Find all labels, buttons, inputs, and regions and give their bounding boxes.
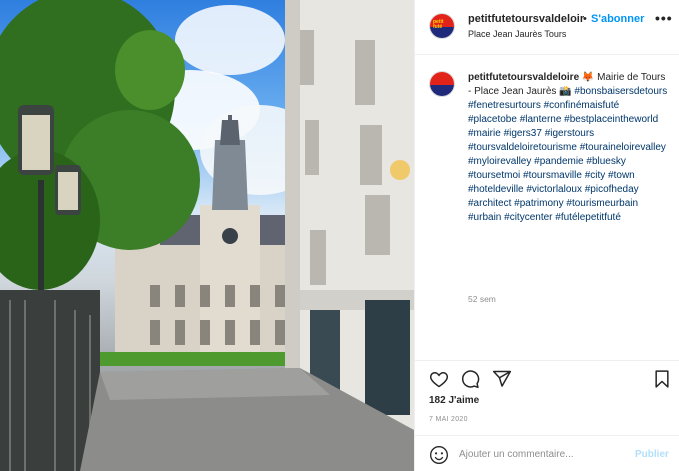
publish-button[interactable]: Publier [635,449,669,460]
caption-body: petitfutetoursvaldeloire 🦊 Mairie de Tou… [468,71,668,225]
comment-icon[interactable] [460,369,480,389]
share-icon[interactable] [492,369,512,389]
like-count[interactable]: 182 J'aime [429,395,479,406]
avatar-logo-text: petit futé [433,19,444,30]
post-side-panel: petit futé petitfutetoursvaldeloir • S'a… [414,0,679,471]
more-options-icon[interactable]: ••• [655,10,673,26]
comment-input[interactable] [459,444,629,464]
caption-hashtags[interactable]: #bonsbaisersdetours #fenetresurtours #co… [468,86,667,223]
account-username[interactable]: petitfutetoursvaldeloir [468,13,584,25]
caption-username[interactable]: petitfutetoursvaldeloire [468,72,579,83]
town-hall-photo [0,0,414,471]
action-bar [415,360,679,395]
bookmark-icon[interactable] [652,369,672,389]
post-caption: petitfutetoursvaldeloire 🦊 Mairie de Tou… [415,55,679,360]
follow-button[interactable]: S'abonner [591,13,644,25]
heart-icon[interactable] [429,369,449,389]
account-avatar[interactable]: petit futé [429,13,455,39]
post-photo[interactable] [0,0,414,471]
post-header: petit futé petitfutetoursvaldeloir • S'a… [415,0,679,55]
post-location[interactable]: Place Jean Jaurès Tours [468,29,566,39]
caption-time-ago: 52 sem [468,294,496,304]
emoji-icon[interactable] [429,445,449,465]
separator-dot: • [583,13,587,25]
comment-bar: Publier [415,435,679,471]
caption-avatar[interactable] [429,71,455,97]
post-date: 7 MAI 2020 [429,416,468,423]
